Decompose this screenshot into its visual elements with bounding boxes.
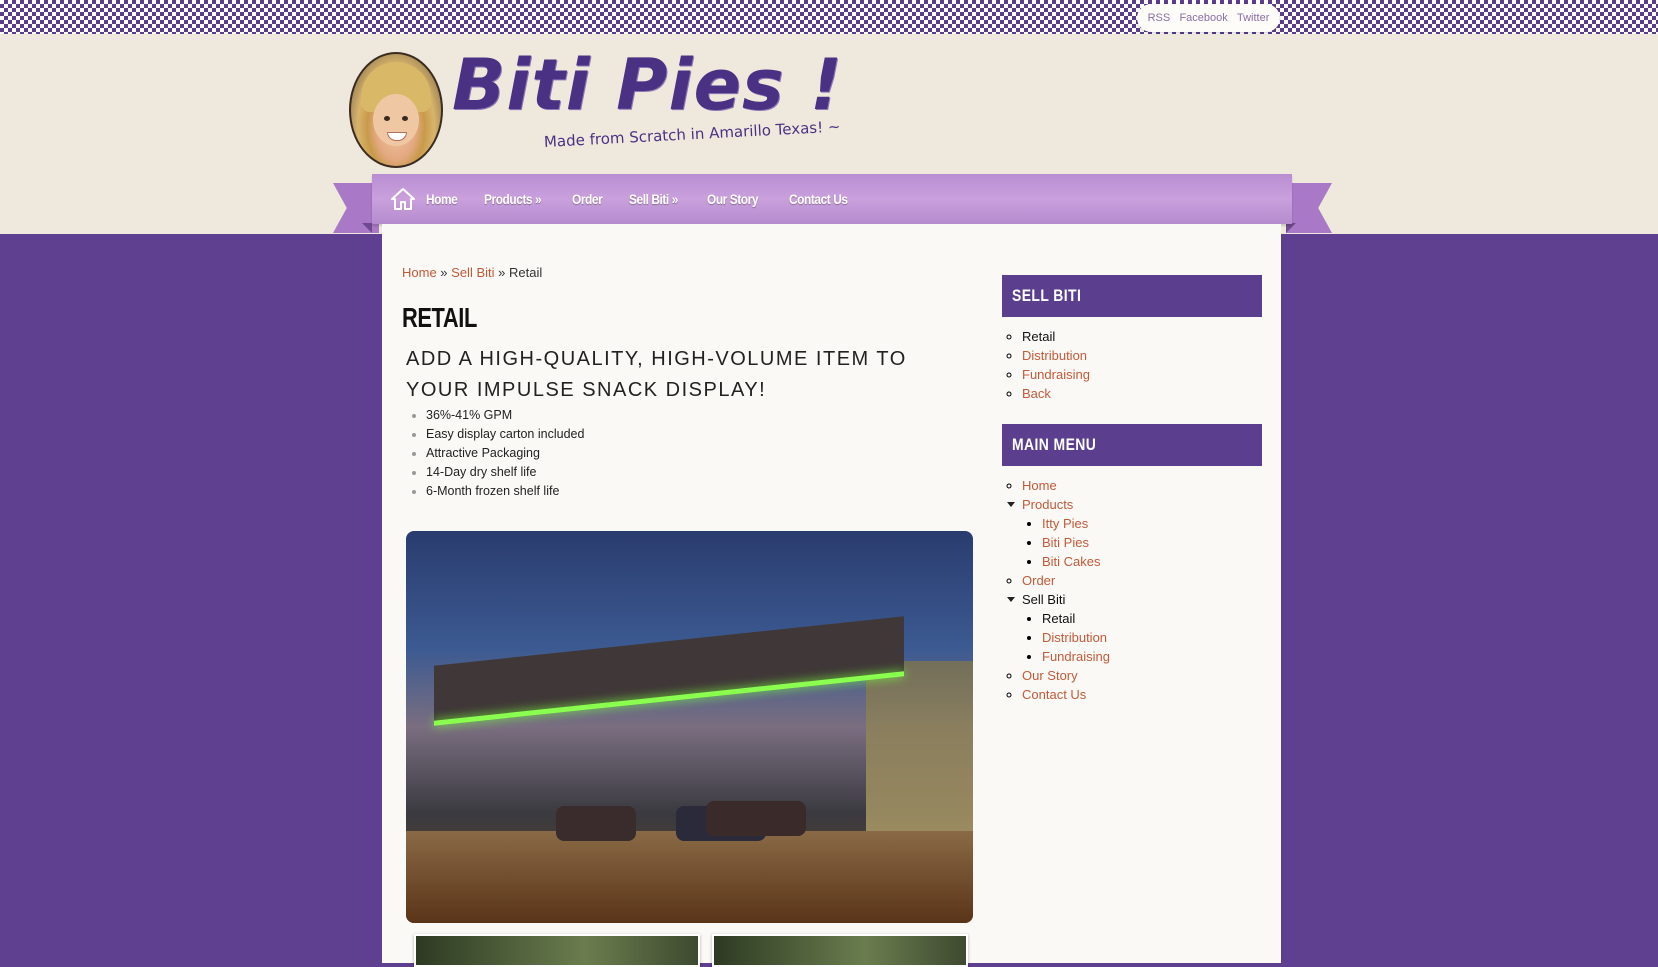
breadcrumb-current: Retail bbox=[508, 265, 543, 280]
menu-item-distribution[interactable]: Distribution bbox=[1022, 346, 1090, 365]
menu-item-back[interactable]: Back bbox=[1022, 384, 1090, 403]
nav-home[interactable]: Home bbox=[426, 191, 458, 207]
sell-biti-menu: Retail Distribution Fundraising Back bbox=[1002, 327, 1090, 403]
menu-item-sell-biti[interactable]: Sell Biti Retail Distribution Fundraisin… bbox=[1007, 590, 1110, 666]
main-navigation: Home Products » Order Sell Biti » Our St… bbox=[372, 174, 1292, 224]
rss-link[interactable]: RSS bbox=[1148, 12, 1171, 24]
facebook-link[interactable]: Facebook bbox=[1179, 12, 1227, 24]
feature-list: 36%-41% GPM Easy display carton included… bbox=[406, 406, 584, 501]
list-item: 36%-41% GPM bbox=[426, 406, 584, 425]
checker-banner bbox=[0, 0, 1658, 34]
nav-order[interactable]: Order bbox=[572, 191, 603, 207]
logo-avatar[interactable] bbox=[349, 52, 443, 168]
menu-item-home[interactable]: Home bbox=[1022, 476, 1110, 495]
nav-products[interactable]: Products » bbox=[484, 191, 542, 207]
nav-sell-biti[interactable]: Sell Biti » bbox=[629, 191, 678, 207]
menu-item-retail[interactable]: Retail bbox=[1042, 609, 1110, 628]
menu-item-itty-pies[interactable]: Itty Pies bbox=[1042, 514, 1110, 533]
page-title: Retail bbox=[402, 302, 477, 333]
nav-our-story[interactable]: Our Story bbox=[707, 191, 758, 207]
menu-item-biti-cakes[interactable]: Biti Cakes bbox=[1042, 552, 1110, 571]
thumbnail-strip bbox=[414, 934, 970, 967]
breadcrumb-separator: » bbox=[494, 265, 509, 280]
list-item: 6-Month frozen shelf life bbox=[426, 482, 584, 501]
twitter-link[interactable]: Twitter bbox=[1237, 12, 1269, 24]
gas-station-photo bbox=[406, 531, 973, 923]
page-subheading: ADD A HIGH-QUALITY, HIGH-VOLUME ITEM TO … bbox=[406, 348, 907, 401]
menu-item-fundraising[interactable]: Fundraising bbox=[1022, 365, 1090, 384]
breadcrumb: Home » Sell Biti » Retail bbox=[402, 265, 542, 280]
menu-item-our-story[interactable]: Our Story bbox=[1022, 666, 1110, 685]
menu-item-biti-pies[interactable]: Biti Pies bbox=[1042, 533, 1110, 552]
breadcrumb-separator: » bbox=[436, 265, 452, 280]
list-item: 14-Day dry shelf life bbox=[426, 463, 584, 482]
breadcrumb-home[interactable]: Home bbox=[402, 265, 437, 280]
menu-item-retail[interactable]: Retail bbox=[1022, 327, 1090, 346]
nav-contact-us[interactable]: Contact Us bbox=[789, 191, 848, 207]
menu-item-order[interactable]: Order bbox=[1022, 571, 1110, 590]
menu-item-contact-us[interactable]: Contact Us bbox=[1022, 685, 1110, 704]
menu-item-fundraising[interactable]: Fundraising bbox=[1042, 647, 1110, 666]
menu-item-distribution[interactable]: Distribution bbox=[1042, 628, 1110, 647]
menu-item-products[interactable]: Products Itty Pies Biti Pies Biti Cakes bbox=[1007, 495, 1110, 571]
main-menu: Home Products Itty Pies Biti Pies Biti C… bbox=[1002, 476, 1110, 704]
site-title[interactable]: Biti Pies ! bbox=[452, 50, 843, 120]
home-icon[interactable] bbox=[390, 186, 416, 212]
breadcrumb-sell-biti[interactable]: Sell Biti bbox=[451, 265, 494, 280]
sell-biti-widget-title: Sell Biti bbox=[1002, 275, 1262, 317]
list-item: Easy display carton included bbox=[426, 425, 584, 444]
main-menu-widget-title: Main Menu bbox=[1002, 424, 1262, 466]
list-item: Attractive Packaging bbox=[426, 444, 584, 463]
social-links: RSS Facebook Twitter bbox=[1137, 4, 1280, 32]
thumbnail-image[interactable] bbox=[414, 934, 700, 967]
thumbnail-image[interactable] bbox=[712, 934, 968, 967]
